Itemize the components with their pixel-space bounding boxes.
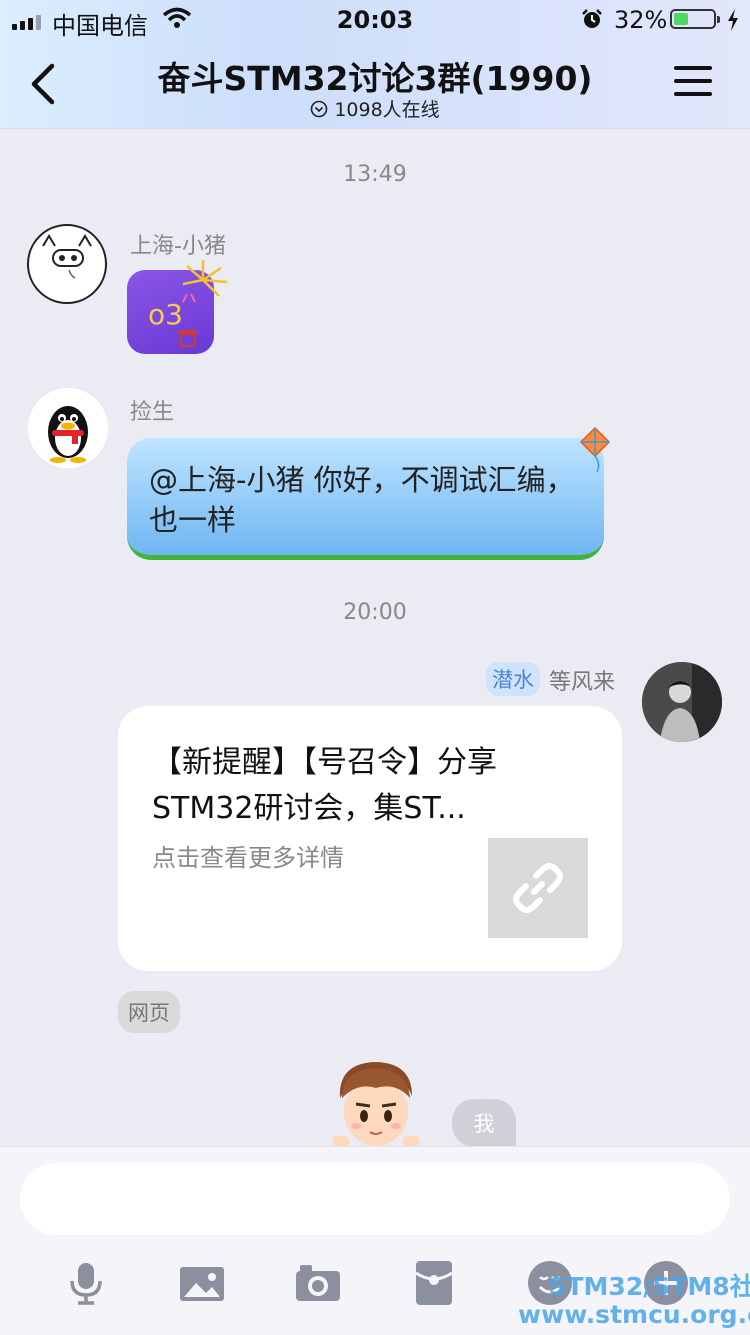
cartoon-avatar-image [332, 1062, 420, 1146]
source-tag: 网页 [118, 991, 180, 1033]
card-title: 【新提醒】【号召令】分享STM32研讨会，集ST... [152, 745, 497, 826]
pig-avatar-image [31, 228, 103, 300]
microphone-icon[interactable] [62, 1259, 110, 1307]
qq-penguin-avatar-image [28, 388, 108, 468]
status-bar: 中国电信 20:03 32% [0, 0, 750, 40]
battery-percent: 32% [614, 6, 668, 34]
red-packet-icon[interactable] [410, 1259, 458, 1307]
sender-name: 上海-小猪 [130, 234, 226, 259]
sender-name: 等风来 [549, 670, 616, 695]
avatar[interactable] [27, 224, 107, 304]
message-bubble[interactable]: @上海-小猪 你好，不调试汇编，也一样 [127, 426, 611, 560]
card-thumbnail [488, 838, 588, 938]
top-bar: 中国电信 20:03 32% 奋斗STM32讨论3群(1990) 1098人在线 [0, 0, 750, 129]
menu-icon[interactable] [674, 66, 712, 100]
avatar[interactable] [642, 662, 722, 742]
watermark: STM32/STM8社区 www.stmcu.org.cn [518, 1273, 750, 1329]
message-text: @上海-小猪 你好，不调试汇编，也一样 [149, 463, 575, 537]
lantern-icon [177, 330, 199, 347]
person-avatar-image [642, 662, 722, 742]
link-icon [513, 863, 563, 913]
sender-name: 捡生 [130, 400, 175, 425]
timestamp: 13:49 [343, 162, 407, 187]
message-bubble[interactable]: o3 [127, 260, 228, 354]
link-card[interactable]: 【新提醒】【号召令】分享STM32研讨会，集ST... 点击查看更多详情 [118, 706, 622, 971]
kite-icon [579, 426, 611, 473]
chat-title: 奋斗STM32讨论3群(1990) [157, 59, 593, 98]
message-input[interactable] [20, 1163, 730, 1235]
battery-icon [670, 9, 720, 29]
alarm-icon [582, 9, 602, 28]
timestamp: 20:00 [343, 600, 407, 625]
online-count-label: 1098人在线 [334, 99, 440, 121]
watermark-line-2: www.stmcu.org.cn [518, 1300, 750, 1329]
chevron-down-icon [311, 100, 328, 117]
online-count[interactable]: 1098人在线 [0, 95, 750, 122]
watermark-line-1: STM32/STM8社区 [548, 1272, 750, 1301]
firework-icon [182, 260, 228, 303]
image-icon[interactable] [178, 1259, 226, 1307]
me-label: 我 [452, 1099, 516, 1147]
role-badge: 潜水 [486, 662, 540, 696]
card-description: 点击查看更多详情 [152, 844, 344, 872]
avatar[interactable] [28, 388, 108, 468]
charging-icon [728, 9, 738, 31]
camera-icon[interactable] [294, 1259, 342, 1307]
